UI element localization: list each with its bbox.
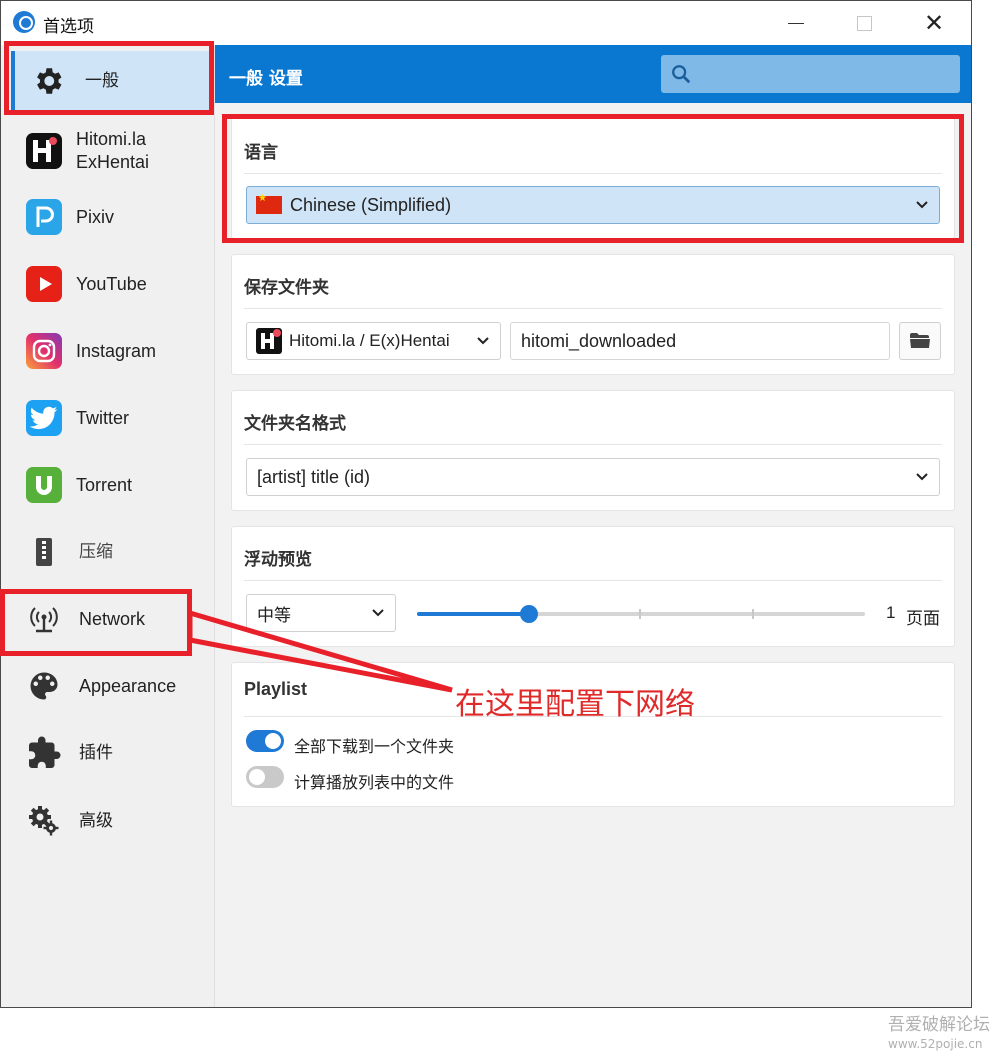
watermark-line-2: www.52pojie.cn — [888, 1037, 983, 1051]
annotation-text: 在这里配置下网络 — [455, 687, 695, 722]
annotation-arrow — [187, 609, 453, 693]
watermark: 吾爱破解论坛 www.52pojie.cn — [888, 1010, 990, 1051]
watermark-line-1: 吾爱破解论坛 — [888, 1015, 990, 1035]
